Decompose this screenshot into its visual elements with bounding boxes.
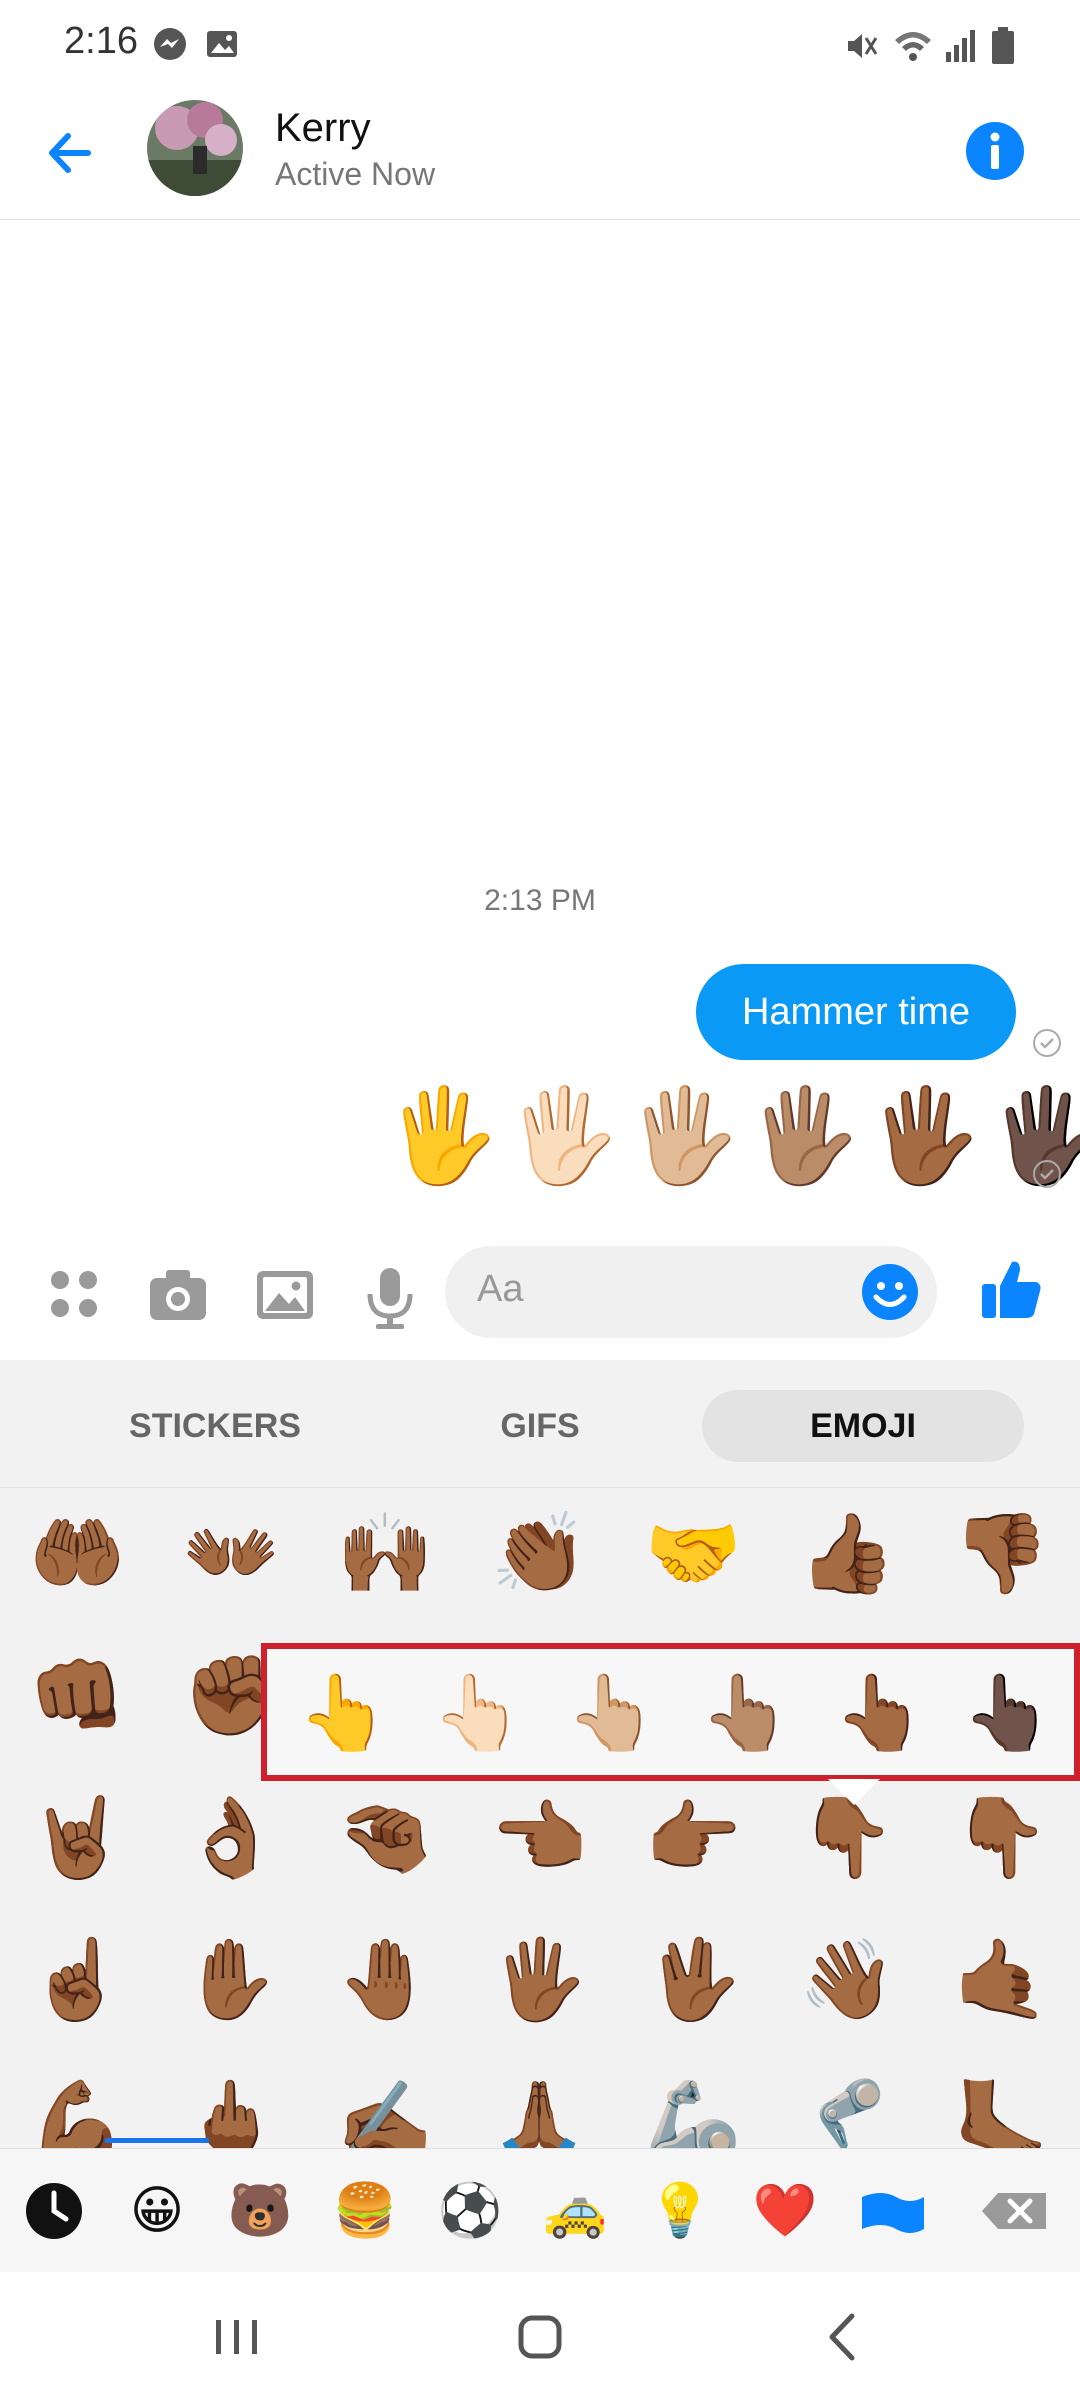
travel-category-icon[interactable]: 🚕 [535, 2171, 615, 2251]
conversation-header: Kerry Active Now [0, 90, 1080, 220]
sent-emoji-message[interactable]: 🖐🖐🏻🖐🏼🖐🏽🖐🏾🖐🏿 [385, 1090, 1080, 1182]
emoji-cell[interactable]: 🖐🏾 [462, 1914, 616, 2044]
emoji-cell[interactable]: ✋🏾 [154, 1914, 308, 2044]
emoji-cell[interactable]: 👐🏾 [154, 1488, 308, 1618]
avatar[interactable] [147, 100, 243, 196]
skin-tone-option[interactable]: 👆🏽 [681, 1663, 811, 1763]
contact-status: Active Now [275, 156, 436, 192]
info-icon[interactable] [964, 120, 1026, 182]
emoji-cell[interactable]: 👋🏾 [770, 1914, 924, 2044]
status-bar: 2:16 [0, 0, 1080, 90]
emoji-cell[interactable]: 👊🏾 [0, 1630, 154, 1760]
emoji-cell[interactable]: 🦾 [616, 2056, 770, 2148]
skin-tone-option[interactable]: 👆🏻 [413, 1663, 543, 1763]
recent-apps-icon[interactable] [202, 2302, 272, 2372]
emoji-cell[interactable]: ✍🏾 [308, 2056, 462, 2148]
message-input[interactable] [477, 1268, 837, 1311]
emoji-grid: 🤲🏾 👐🏾 🙌🏾 👏🏾 🤝 👍🏾 👎🏾 👊🏾 ✊🏾 🤘🏾 👌🏾 🤏🏾 👈🏾 👉🏾… [0, 1488, 1080, 2148]
emoji-cell[interactable]: 💪🏾 [0, 2056, 154, 2148]
wifi-icon [895, 32, 931, 61]
emoji-cell[interactable]: 👉🏾 [616, 1772, 770, 1902]
emoji-cell[interactable]: 👎🏾 [924, 1488, 1078, 1618]
skin-tone-option[interactable]: 👆🏿 [943, 1663, 1073, 1763]
sent-check-icon [1033, 1029, 1061, 1057]
gallery-icon[interactable] [254, 1266, 316, 1324]
emoji-cell[interactable]: 🤙🏾 [924, 1914, 1078, 2044]
status-time: 2:16 [64, 20, 138, 62]
skin-tone-option[interactable]: 👆 [279, 1663, 409, 1763]
emoji-cell[interactable]: 🤘🏾 [0, 1772, 154, 1902]
emoji-cell[interactable]: ☝🏾 [0, 1914, 154, 2044]
messenger-icon [154, 28, 186, 60]
emoji-picker-icon[interactable] [860, 1262, 920, 1322]
category-scroll-indicator [105, 2138, 209, 2143]
skin-tone-option[interactable]: 👆🏼 [547, 1663, 677, 1763]
camera-icon[interactable] [146, 1266, 210, 1324]
sent-message-bubble[interactable]: Hammer time [696, 964, 1016, 1060]
recent-clock-icon[interactable] [14, 2171, 94, 2251]
activity-category-icon[interactable]: ⚽ [430, 2171, 510, 2251]
backspace-icon[interactable] [976, 2171, 1056, 2251]
signal-icon [946, 30, 975, 62]
emoji-cell[interactable]: 🤝 [616, 1488, 770, 1618]
more-apps-icon[interactable] [46, 1266, 102, 1322]
emoji-cell[interactable]: 🦶🏾 [924, 2056, 1078, 2148]
tab-stickers[interactable]: STICKERS [70, 1390, 360, 1462]
skin-tone-option[interactable]: 👆🏾 [815, 1663, 945, 1763]
emoji-category-bar: 😀 🐻 🍔 ⚽ 🚕 💡 ❤️ [0, 2148, 1080, 2272]
sent-message-text: Hammer time [741, 990, 971, 1033]
back-arrow-icon[interactable] [40, 118, 110, 188]
emoji-cell[interactable]: 👇🏾 [924, 1772, 1078, 1902]
food-category-icon[interactable]: 🍔 [325, 2171, 405, 2251]
tab-emoji[interactable]: EMOJI [702, 1390, 1024, 1462]
home-icon[interactable] [505, 2302, 575, 2372]
emoji-panel: STICKERS GIFS EMOJI 🤲🏾 👐🏾 🙌🏾 👏🏾 🤝 👍🏾 👎🏾 … [0, 1360, 1080, 2272]
emoji-cell[interactable]: 🙏🏾 [462, 2056, 616, 2148]
emoji-cell[interactable]: 🤏🏾 [308, 1772, 462, 1902]
emoji-cell[interactable]: 👏🏾 [462, 1488, 616, 1618]
emoji-cell[interactable]: 🖕🏾 [154, 2056, 308, 2148]
objects-category-icon[interactable]: 💡 [640, 2171, 720, 2251]
tab-gifs[interactable]: GIFS [395, 1390, 685, 1462]
sent-check-icon [1033, 1160, 1061, 1188]
emoji-cell[interactable]: 🙌🏾 [308, 1488, 462, 1618]
emoji-cell[interactable]: 🤚🏾 [308, 1914, 462, 2044]
animals-category-icon[interactable]: 🐻 [220, 2171, 300, 2251]
symbols-category-icon[interactable]: ❤️ [745, 2171, 825, 2251]
skin-tone-picker: 👆 👆🏻 👆🏼 👆🏽 👆🏾 👆🏿 [261, 1643, 1080, 1781]
emoji-cell[interactable]: 🖖🏾 [616, 1914, 770, 2044]
skin-tone-picker-pointer [828, 1779, 880, 1805]
microphone-icon[interactable] [364, 1266, 416, 1330]
panel-tabs: STICKERS GIFS EMOJI [0, 1360, 1080, 1488]
system-back-icon[interactable] [808, 2302, 878, 2372]
emoji-cell[interactable]: 🤲🏾 [0, 1488, 154, 1618]
emoji-cell[interactable]: 🦿 [770, 2056, 924, 2148]
message-timestamp: 2:13 PM [484, 884, 596, 917]
emoji-cell[interactable]: 👍🏾 [770, 1488, 924, 1618]
emoji-cell[interactable]: 👌🏾 [154, 1772, 308, 1902]
battery-icon [992, 27, 1014, 64]
like-thumbs-up-icon[interactable] [978, 1256, 1044, 1322]
smileys-category-icon[interactable]: 😀 [117, 2171, 197, 2251]
emoji-cell[interactable]: 👈🏾 [462, 1772, 616, 1902]
flags-category-icon[interactable] [852, 2171, 932, 2251]
image-notification-icon [207, 31, 237, 57]
mute-icon [848, 34, 878, 58]
contact-name[interactable]: Kerry [275, 106, 371, 151]
system-navigation-bar [0, 2272, 1080, 2400]
